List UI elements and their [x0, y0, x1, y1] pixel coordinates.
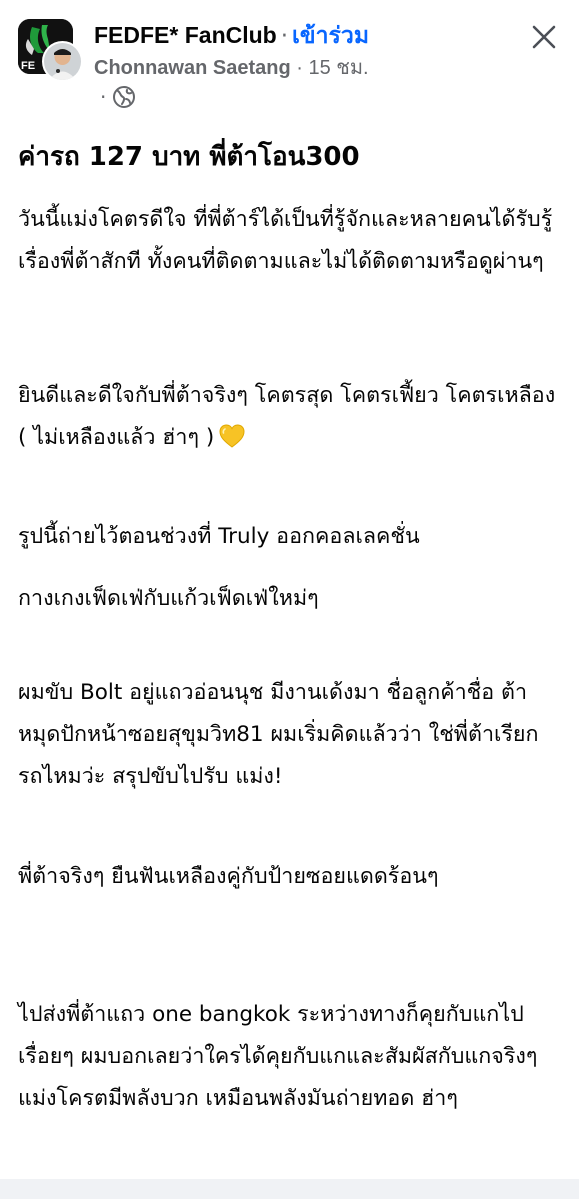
paragraph-text: ยินดีและดีใจกับพี่ต้าจริงๆ โคตรสุด โคตรเ…: [18, 383, 556, 450]
person-photo-icon: [44, 43, 81, 80]
author-line: Chonnawan Saetang · 15 ชม.: [94, 55, 369, 81]
group-name[interactable]: FEDFE* FanClub: [94, 22, 277, 48]
post-paragraph: รูปนี้ถ่ายไว้ตอนช่วงที่ Truly ออกคอลเลคช…: [18, 524, 420, 549]
separator-dot: ·: [296, 57, 303, 79]
post-header: FE FEDFE* FanClub · เข้าร่วม Chonnawan Sae…: [0, 0, 579, 118]
join-group-button[interactable]: เข้าร่วม: [292, 23, 369, 49]
post-time[interactable]: 15 ชม.: [309, 57, 369, 79]
svg-text:FE: FE: [21, 60, 35, 72]
post-paragraph: วันนี้แม่งโคตรดีใจ ที่พี่ต้าร์ได้เป็นที่…: [18, 207, 553, 274]
separator-dot: ·: [280, 23, 289, 49]
globe-icon[interactable]: [112, 85, 136, 109]
post-title: ค่ารถ 127 บาท พี่ต้าโอน300: [18, 142, 360, 172]
post-paragraph: ยินดีและดีใจกับพี่ต้าจริงๆ โคตรสุด โคตรเ…: [18, 375, 563, 459]
close-icon[interactable]: [529, 22, 559, 52]
post-paragraph: พี่ต้าจริงๆ ยืนฟันเหลืองคู่กับป้ายซอยแดด…: [18, 864, 439, 889]
post-paragraph: กางเกงเฟ็ดเฟ่กับแก้วเฟ็ดเฟ่ใหม่ๆ: [18, 586, 319, 611]
privacy-line: ·: [100, 84, 136, 110]
bottom-bar: [0, 1179, 579, 1199]
post-paragraph: ผมขับ Bolt อยู่แถวอ่อนนุช มีงานเด้งมา ชื…: [18, 680, 539, 789]
post-paragraph: ไปส่งพี่ต้าแถว one bangkok ระหว่างทางก็ค…: [18, 1002, 538, 1111]
yellow-heart-icon: [219, 424, 245, 448]
author-name[interactable]: Chonnawan Saetang: [94, 57, 291, 79]
group-line: FEDFE* FanClub · เข้าร่วม: [94, 20, 369, 51]
author-avatar[interactable]: [42, 41, 83, 82]
separator-dot: ·: [100, 85, 107, 109]
